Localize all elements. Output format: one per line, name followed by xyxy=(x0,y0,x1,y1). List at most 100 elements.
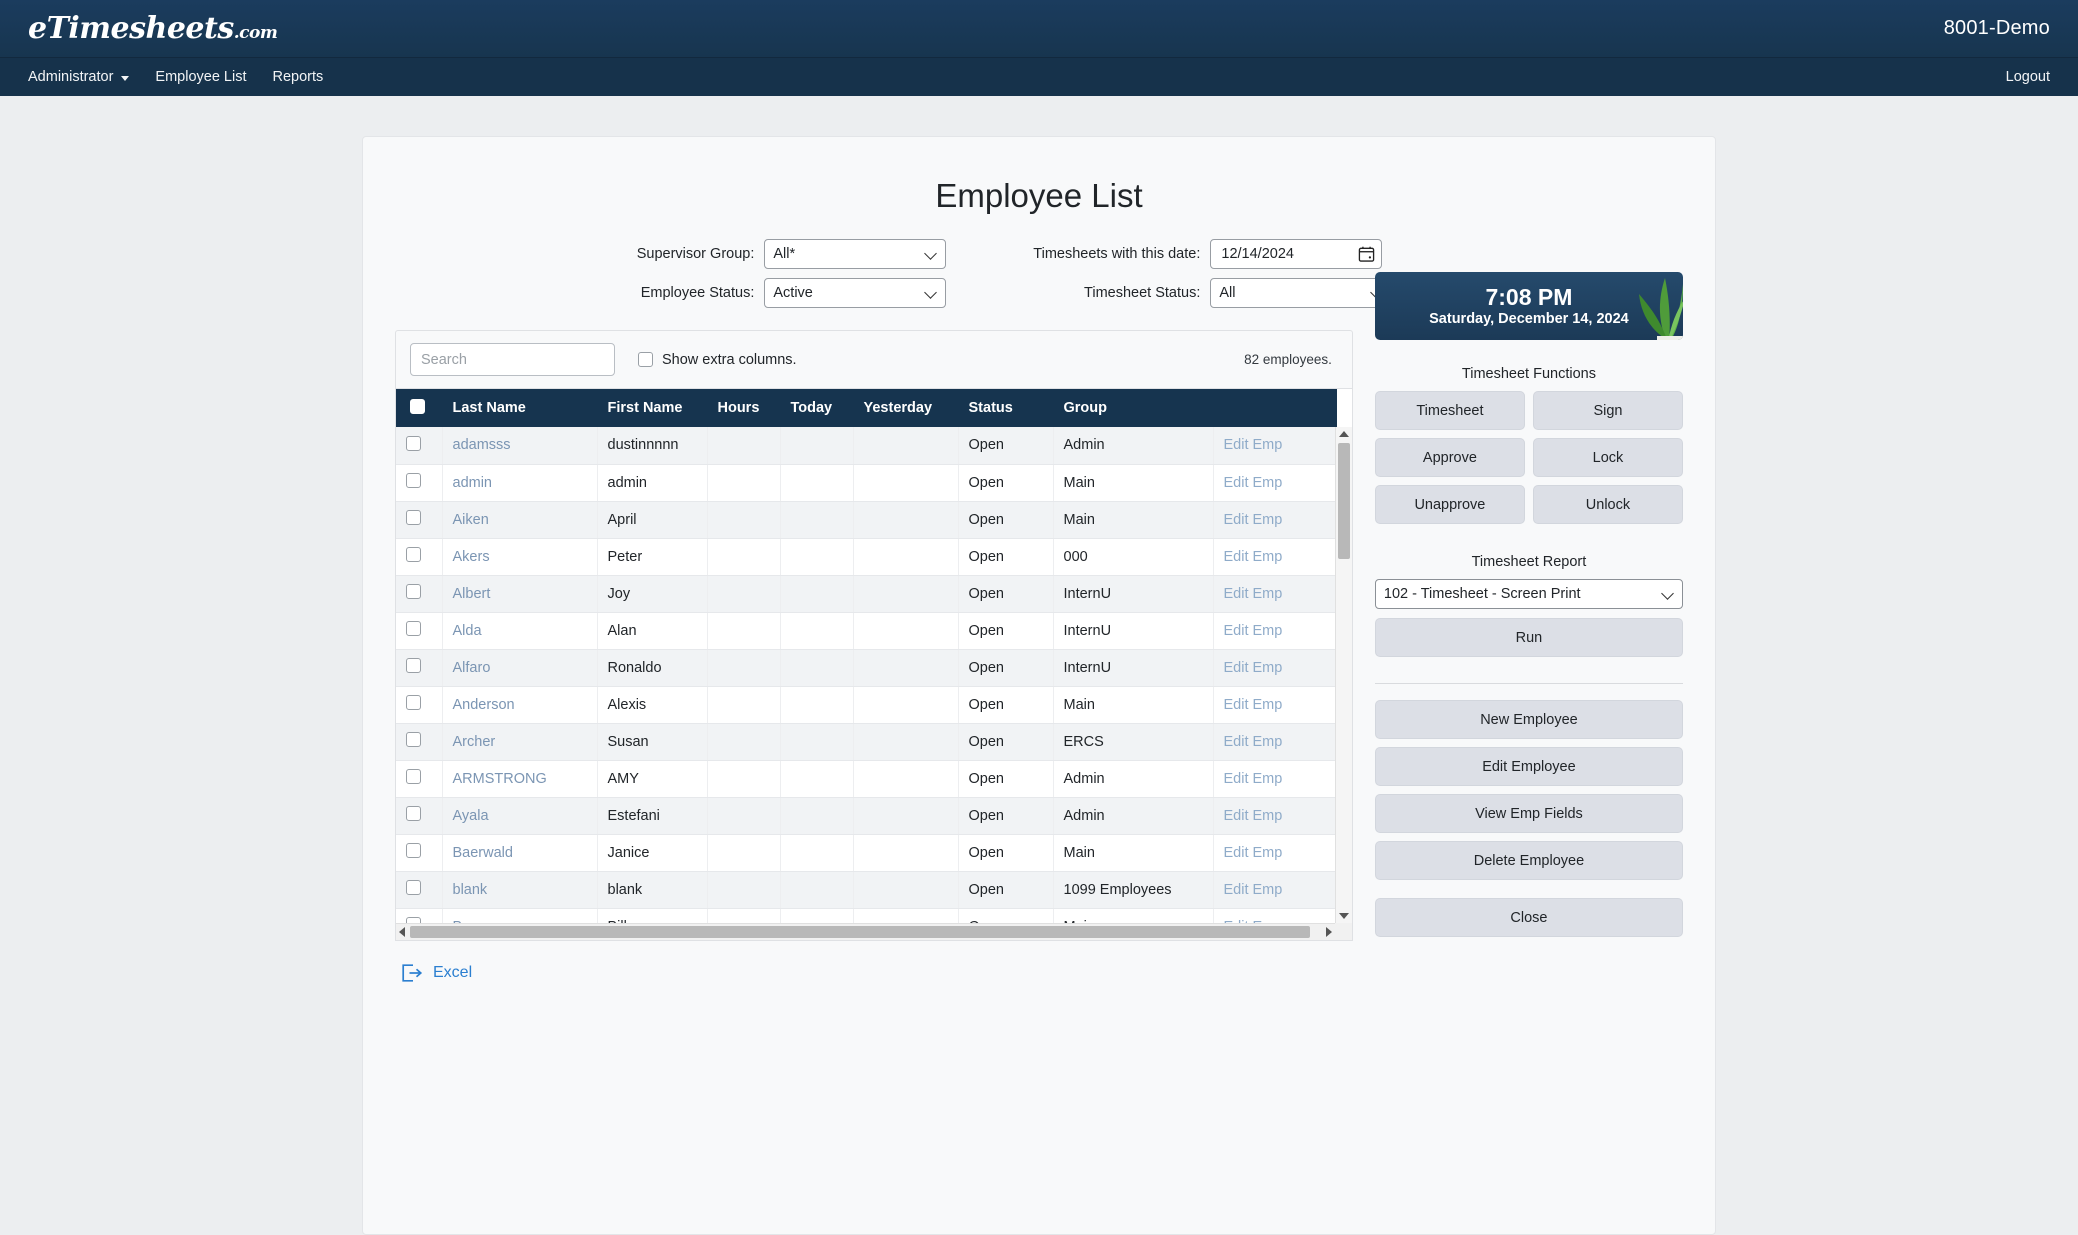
edit-employee-button[interactable]: Edit Employee xyxy=(1374,747,1683,786)
cell-edit-emp[interactable]: Edit Emp xyxy=(1213,427,1337,465)
cell-edit-emp-text[interactable]: Edit Emp xyxy=(1224,512,1283,528)
cell-last-name[interactable]: adamsss xyxy=(442,427,598,465)
column-header-last-name[interactable]: Last Name xyxy=(442,389,598,427)
cell-edit-emp-text[interactable]: Edit Emp xyxy=(1224,882,1283,898)
supervisor-group-select[interactable]: All* xyxy=(764,239,947,269)
cell-edit-emp[interactable]: Edit Emp xyxy=(1213,464,1337,502)
cell-last-name-text[interactable]: blank xyxy=(453,882,488,898)
cell-last-name-text[interactable]: Alfaro xyxy=(453,660,491,676)
row-select-cell[interactable] xyxy=(396,871,443,909)
column-header-status[interactable]: Status xyxy=(958,389,1054,427)
cell-last-name-text[interactable]: Albert xyxy=(453,586,491,602)
table-row[interactable]: Alda Alan Open InternU Edit Emp xyxy=(396,612,1337,650)
table-row[interactable]: Archer Susan Open ERCS Edit Emp xyxy=(396,723,1337,761)
cell-last-name[interactable]: Ayala xyxy=(442,797,598,835)
cell-edit-emp-text[interactable]: Edit Emp xyxy=(1224,623,1283,639)
row-checkbox[interactable] xyxy=(406,695,421,710)
delete-employee-button[interactable]: Delete Employee xyxy=(1374,841,1683,880)
cell-edit-emp-text[interactable]: Edit Emp xyxy=(1224,475,1283,491)
cell-edit-emp-text[interactable]: Edit Emp xyxy=(1224,697,1283,713)
table-row[interactable]: Albert Joy Open InternU Edit Emp xyxy=(396,575,1337,613)
cell-last-name[interactable]: Aiken xyxy=(442,501,598,539)
show-extra-columns-checkbox[interactable] xyxy=(638,352,653,367)
column-header-today[interactable]: Today xyxy=(780,389,854,427)
table-horizontal-scrollbar[interactable] xyxy=(396,923,1335,940)
table-row[interactable]: Anderson Alexis Open Main Edit Emp xyxy=(396,686,1337,724)
cell-edit-emp[interactable]: Edit Emp xyxy=(1213,834,1337,872)
row-select-cell[interactable] xyxy=(396,723,443,761)
excel-export-label[interactable]: Excel xyxy=(433,964,472,982)
cell-last-name[interactable]: Alda xyxy=(442,612,598,650)
view-emp-fields-button[interactable]: View Emp Fields xyxy=(1374,794,1683,833)
table-row[interactable]: Akers Peter Open 000 Edit Emp xyxy=(396,538,1337,576)
row-checkbox[interactable] xyxy=(406,510,421,525)
cell-last-name-text[interactable]: Archer xyxy=(453,734,496,750)
table-row[interactable]: adamsss dustinnnnn Open Admin Edit Emp xyxy=(396,427,1337,465)
table-row[interactable]: Baerwald Janice Open Main Edit Emp xyxy=(396,834,1337,872)
cell-last-name[interactable]: admin xyxy=(442,464,598,502)
row-checkbox[interactable] xyxy=(406,547,421,562)
row-checkbox[interactable] xyxy=(406,880,421,895)
table-row[interactable]: admin admin Open Main Edit Emp xyxy=(396,464,1337,502)
cell-edit-emp[interactable]: Edit Emp xyxy=(1213,871,1337,909)
nav-item-reports[interactable]: Reports xyxy=(273,69,324,85)
cell-last-name[interactable]: blank xyxy=(442,871,598,909)
employee-status-select[interactable]: Active xyxy=(764,278,947,308)
table-row[interactable]: Alfaro Ronaldo Open InternU Edit Emp xyxy=(396,649,1337,687)
export-icon[interactable] xyxy=(401,963,423,983)
cell-last-name-text[interactable]: admin xyxy=(453,475,493,491)
timesheet-report-select[interactable]: 102 - Timesheet - Screen Print xyxy=(1374,579,1683,609)
excel-export-row[interactable]: Excel xyxy=(395,963,1353,983)
cell-edit-emp-text[interactable]: Edit Emp xyxy=(1224,808,1283,824)
row-checkbox[interactable] xyxy=(406,621,421,636)
nav-item-administrator[interactable]: Administrator xyxy=(28,69,130,85)
cell-edit-emp[interactable]: Edit Emp xyxy=(1213,649,1337,687)
vertical-scroll-thumb[interactable] xyxy=(1337,443,1350,559)
cell-edit-emp[interactable]: Edit Emp xyxy=(1213,501,1337,539)
row-select-cell[interactable] xyxy=(396,760,443,798)
row-select-cell[interactable] xyxy=(396,649,443,687)
app-logo[interactable]: eTimesheets.com xyxy=(28,11,278,46)
cell-last-name-text[interactable]: Akers xyxy=(453,549,490,565)
horizontal-scroll-thumb[interactable] xyxy=(410,926,1310,938)
cell-last-name[interactable]: Akers xyxy=(442,538,598,576)
row-select-cell[interactable] xyxy=(396,427,443,465)
column-header-yesterday[interactable]: Yesterday xyxy=(853,389,959,427)
row-select-cell[interactable] xyxy=(396,686,443,724)
row-checkbox[interactable] xyxy=(406,435,421,451)
cell-last-name-text[interactable]: Ayala xyxy=(453,808,489,824)
row-select-cell[interactable] xyxy=(396,834,443,872)
row-checkbox[interactable] xyxy=(406,732,421,747)
cell-last-name-text[interactable]: Baerwald xyxy=(453,845,513,861)
lock-button[interactable]: Lock xyxy=(1532,438,1683,477)
cell-edit-emp[interactable]: Edit Emp xyxy=(1213,612,1337,650)
cell-last-name[interactable]: Baerwald xyxy=(442,834,598,872)
approve-button[interactable]: Approve xyxy=(1374,438,1525,477)
cell-edit-emp-text[interactable]: Edit Emp xyxy=(1224,771,1283,787)
sign-button[interactable]: Sign xyxy=(1532,391,1683,430)
cell-edit-emp[interactable]: Edit Emp xyxy=(1213,760,1337,798)
close-button[interactable]: Close xyxy=(1374,898,1683,937)
row-checkbox[interactable] xyxy=(406,584,421,599)
cell-last-name[interactable]: ARMSTRONG xyxy=(442,760,598,798)
unapprove-button[interactable]: Unapprove xyxy=(1374,485,1525,524)
cell-edit-emp[interactable]: Edit Emp xyxy=(1213,686,1337,724)
select-all-header[interactable] xyxy=(396,389,443,427)
search-input[interactable] xyxy=(410,343,615,376)
timesheets-date-input[interactable] xyxy=(1219,245,1340,263)
row-select-cell[interactable] xyxy=(396,501,443,539)
table-row[interactable]: Ayala Estefani Open Admin Edit Emp xyxy=(396,797,1337,835)
table-row[interactable]: blank blank Open 1099 Employees Edit Emp xyxy=(396,871,1337,909)
cell-edit-emp[interactable]: Edit Emp xyxy=(1213,723,1337,761)
row-select-cell[interactable] xyxy=(396,575,443,613)
calendar-icon[interactable] xyxy=(1358,245,1375,263)
timesheet-status-select[interactable]: All xyxy=(1210,278,1393,308)
cell-edit-emp[interactable]: Edit Emp xyxy=(1213,538,1337,576)
cell-last-name-text[interactable]: ARMSTRONG xyxy=(453,771,547,787)
row-checkbox[interactable] xyxy=(406,806,421,821)
cell-edit-emp-text[interactable]: Edit Emp xyxy=(1224,845,1283,861)
cell-edit-emp-text[interactable]: Edit Emp xyxy=(1224,549,1283,565)
cell-edit-emp[interactable]: Edit Emp xyxy=(1213,797,1337,835)
cell-last-name-text[interactable]: Aiken xyxy=(453,512,489,528)
row-checkbox[interactable] xyxy=(406,769,421,784)
